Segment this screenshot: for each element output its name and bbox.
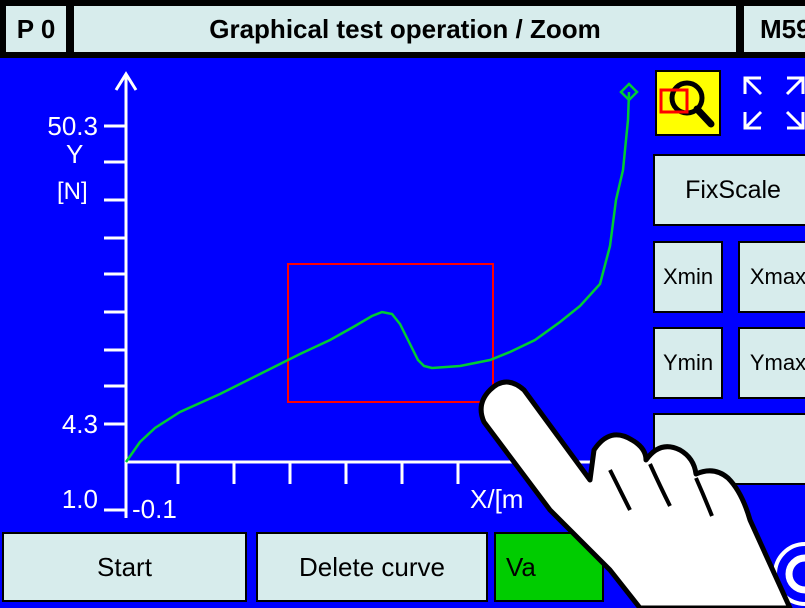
program-number: P 0 bbox=[4, 4, 68, 54]
page-title: Graphical test operation / Zoom bbox=[72, 4, 738, 54]
header-bar: P 0 Graphical test operation / Zoom M59 bbox=[0, 0, 805, 58]
expand-corners-icon bbox=[743, 76, 805, 130]
x-min-label: -0.1 bbox=[132, 494, 177, 524]
y-min-label: 1.0 bbox=[62, 484, 98, 514]
x-ticks bbox=[176, 462, 460, 484]
y-mid-label: 4.3 bbox=[62, 409, 98, 439]
xmin-button[interactable]: Xmin bbox=[653, 241, 723, 313]
y-max-label: 50.3 bbox=[47, 111, 98, 141]
xmax-button[interactable]: Xmax bbox=[738, 241, 805, 313]
fixscale-button[interactable]: FixScale bbox=[653, 154, 805, 226]
full-view-button[interactable] bbox=[739, 70, 805, 136]
pointing-hand-icon bbox=[478, 379, 793, 608]
zoom-magnifier-icon bbox=[659, 80, 715, 128]
start-button[interactable]: Start bbox=[2, 532, 247, 602]
zoom-button[interactable] bbox=[655, 70, 721, 136]
y-axis-name: Y bbox=[66, 139, 83, 169]
y-axis-unit: [N] bbox=[57, 178, 88, 205]
delete-curve-button[interactable]: Delete curve bbox=[256, 532, 488, 602]
mode-indicator: M59 bbox=[742, 4, 805, 54]
y-ticks bbox=[104, 124, 126, 512]
